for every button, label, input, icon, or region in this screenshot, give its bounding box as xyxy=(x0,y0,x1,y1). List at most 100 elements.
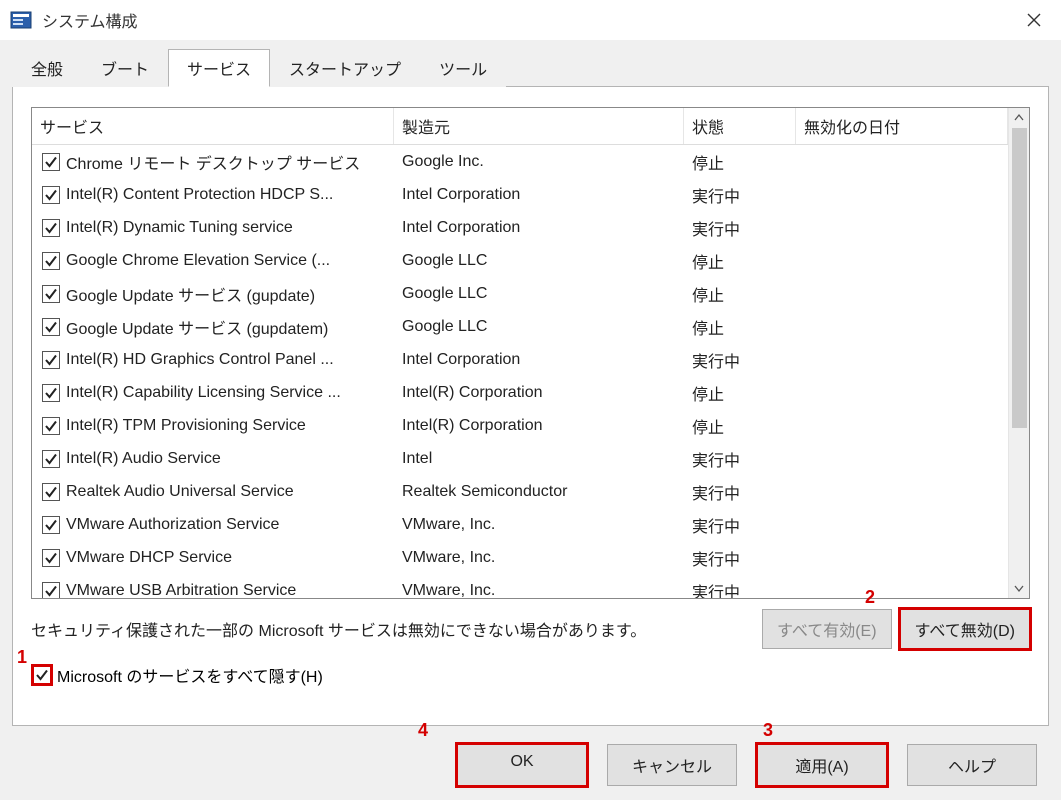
status: 実行中 xyxy=(684,513,796,537)
security-note: セキュリティ保護された一部の Microsoft サービスは無効にできない場合が… xyxy=(31,617,754,641)
cancel-button[interactable]: キャンセル xyxy=(607,744,737,786)
table-row[interactable]: Intel(R) TPM Provisioning ServiceIntel(R… xyxy=(32,409,1008,442)
status: 停止 xyxy=(684,315,796,339)
manufacturer: Realtek Semiconductor xyxy=(394,483,684,501)
status: 停止 xyxy=(684,249,796,273)
manufacturer: Intel Corporation xyxy=(394,186,684,204)
service-name: Intel(R) Dynamic Tuning service xyxy=(66,219,293,237)
table-row[interactable]: Chrome リモート デスクトップ サービス Google Inc.停止 xyxy=(32,145,1008,178)
ok-button[interactable]: OK xyxy=(457,744,587,786)
row-checkbox[interactable] xyxy=(42,285,60,303)
disable-all-button[interactable]: すべて無効(D) xyxy=(900,609,1030,649)
window: システム構成 全般 ブート サービス スタートアップ ツール サービス 製造元 … xyxy=(0,0,1061,800)
service-name: Intel(R) Content Protection HDCP S... xyxy=(66,186,333,204)
hide-ms-row: 1 Microsoft のサービスをすべて隠す(H) xyxy=(31,663,1030,687)
row-checkbox[interactable] xyxy=(42,318,60,336)
manufacturer: Google LLC xyxy=(394,285,684,303)
row-checkbox[interactable] xyxy=(42,252,60,270)
table-row[interactable]: Intel(R) Dynamic Tuning service Intel Cor… xyxy=(32,211,1008,244)
manufacturer: Intel xyxy=(394,450,684,468)
table-row[interactable]: Google Chrome Elevation Service (... Goog… xyxy=(32,244,1008,277)
vertical-scrollbar[interactable] xyxy=(1008,108,1029,598)
manufacturer: VMware, Inc. xyxy=(394,582,684,599)
row-checkbox[interactable] xyxy=(42,153,60,171)
manufacturer: Intel(R) Corporation xyxy=(394,417,684,435)
manufacturer: VMware, Inc. xyxy=(394,549,684,567)
row-checkbox[interactable] xyxy=(42,417,60,435)
tab-boot[interactable]: ブート xyxy=(82,49,168,87)
manufacturer: Google LLC xyxy=(394,252,684,270)
table-row[interactable]: Google Update サービス (gupdatem) Google LLC停… xyxy=(32,310,1008,343)
help-button[interactable]: ヘルプ xyxy=(907,744,1037,786)
row-checkbox[interactable] xyxy=(42,483,60,501)
row-checkbox[interactable] xyxy=(42,351,60,369)
row-checkbox[interactable] xyxy=(42,516,60,534)
col-header-service[interactable]: サービス xyxy=(32,108,394,144)
tab-strip: 全般 ブート サービス スタートアップ ツール xyxy=(0,40,1061,86)
status: 停止 xyxy=(684,381,796,405)
tab-general[interactable]: 全般 xyxy=(12,49,82,87)
manufacturer: Google LLC xyxy=(394,318,684,336)
row-checkbox[interactable] xyxy=(42,582,60,599)
below-list-row: セキュリティ保護された一部の Microsoft サービスは無効にできない場合が… xyxy=(31,609,1030,649)
list-body: Chrome リモート デスクトップ サービスGoogle Inc.停止Inte… xyxy=(32,145,1008,598)
col-header-manufacturer[interactable]: 製造元 xyxy=(394,108,684,144)
manufacturer: Intel Corporation xyxy=(394,219,684,237)
window-title: システム構成 xyxy=(42,8,1011,32)
status: 停止 xyxy=(684,150,796,174)
tab-startup[interactable]: スタートアップ xyxy=(270,49,420,87)
manufacturer: VMware, Inc. xyxy=(394,516,684,534)
service-name: Chrome リモート デスクトップ サービス xyxy=(66,150,360,174)
scroll-down-icon[interactable] xyxy=(1009,578,1030,598)
service-name: Google Update サービス (gupdatem) xyxy=(66,315,328,339)
tab-services[interactable]: サービス xyxy=(168,49,270,87)
services-list: サービス 製造元 状態 無効化の日付 Chrome リモート デスクトップ サー… xyxy=(31,107,1030,599)
marker-2: 2 xyxy=(865,587,875,608)
marker-4: 4 xyxy=(418,720,428,741)
col-header-date-disabled[interactable]: 無効化の日付 xyxy=(796,108,1008,144)
table-row[interactable]: Intel(R) Content Protection HDCP S... Int… xyxy=(32,178,1008,211)
manufacturer: Intel(R) Corporation xyxy=(394,384,684,402)
service-name: VMware USB Arbitration Service xyxy=(66,582,296,599)
service-name: Google Update サービス (gupdate) xyxy=(66,282,315,306)
dialog-footer: 4 OK キャンセル 3 適用(A) ヘルプ xyxy=(0,726,1061,786)
row-checkbox[interactable] xyxy=(42,549,60,567)
status: 実行中 xyxy=(684,480,796,504)
scroll-thumb[interactable] xyxy=(1012,128,1027,428)
manufacturer: Google Inc. xyxy=(394,153,684,171)
client-area: 全般 ブート サービス スタートアップ ツール サービス 製造元 状態 無効化の… xyxy=(0,40,1061,800)
service-name: Google Chrome Elevation Service (... xyxy=(66,252,330,270)
tab-tools[interactable]: ツール xyxy=(420,49,506,87)
table-row[interactable]: VMware DHCP ServiceVMware, Inc.実行中 xyxy=(32,541,1008,574)
hide-ms-checkbox[interactable] xyxy=(33,666,51,684)
titlebar: システム構成 xyxy=(0,0,1061,40)
table-row[interactable]: Realtek Audio Universal Service Realtek S… xyxy=(32,475,1008,508)
row-checkbox[interactable] xyxy=(42,450,60,468)
table-row[interactable]: VMware USB Arbitration Service VMware, In… xyxy=(32,574,1008,598)
table-row[interactable]: Google Update サービス (gupdate) Google LLC停止 xyxy=(32,277,1008,310)
table-row[interactable]: VMware Authorization Service VMware, Inc.… xyxy=(32,508,1008,541)
row-checkbox[interactable] xyxy=(42,186,60,204)
tab-panel-services: サービス 製造元 状態 無効化の日付 Chrome リモート デスクトップ サー… xyxy=(12,86,1049,726)
list-header: サービス 製造元 状態 無効化の日付 xyxy=(32,108,1008,145)
status: 実行中 xyxy=(684,546,796,570)
table-row[interactable]: Intel(R) HD Graphics Control Panel ...In… xyxy=(32,343,1008,376)
status: 停止 xyxy=(684,282,796,306)
status: 実行中 xyxy=(684,183,796,207)
apply-button[interactable]: 適用(A) xyxy=(757,744,887,786)
status: 実行中 xyxy=(684,216,796,240)
col-header-status[interactable]: 状態 xyxy=(684,108,796,144)
service-name: Intel(R) Capability Licensing Service ..… xyxy=(66,384,341,402)
status: 実行中 xyxy=(684,447,796,471)
table-row[interactable]: Intel(R) Audio ServiceIntel実行中 xyxy=(32,442,1008,475)
status: 実行中 xyxy=(684,579,796,599)
service-name: VMware Authorization Service xyxy=(66,516,279,534)
status: 実行中 xyxy=(684,348,796,372)
row-checkbox[interactable] xyxy=(42,219,60,237)
row-checkbox[interactable] xyxy=(42,384,60,402)
scroll-up-icon[interactable] xyxy=(1009,108,1030,128)
enable-all-button[interactable]: すべて有効(E) xyxy=(762,609,892,649)
table-row[interactable]: Intel(R) Capability Licensing Service ..… xyxy=(32,376,1008,409)
close-button[interactable] xyxy=(1011,0,1057,40)
service-name: Realtek Audio Universal Service xyxy=(66,483,294,501)
